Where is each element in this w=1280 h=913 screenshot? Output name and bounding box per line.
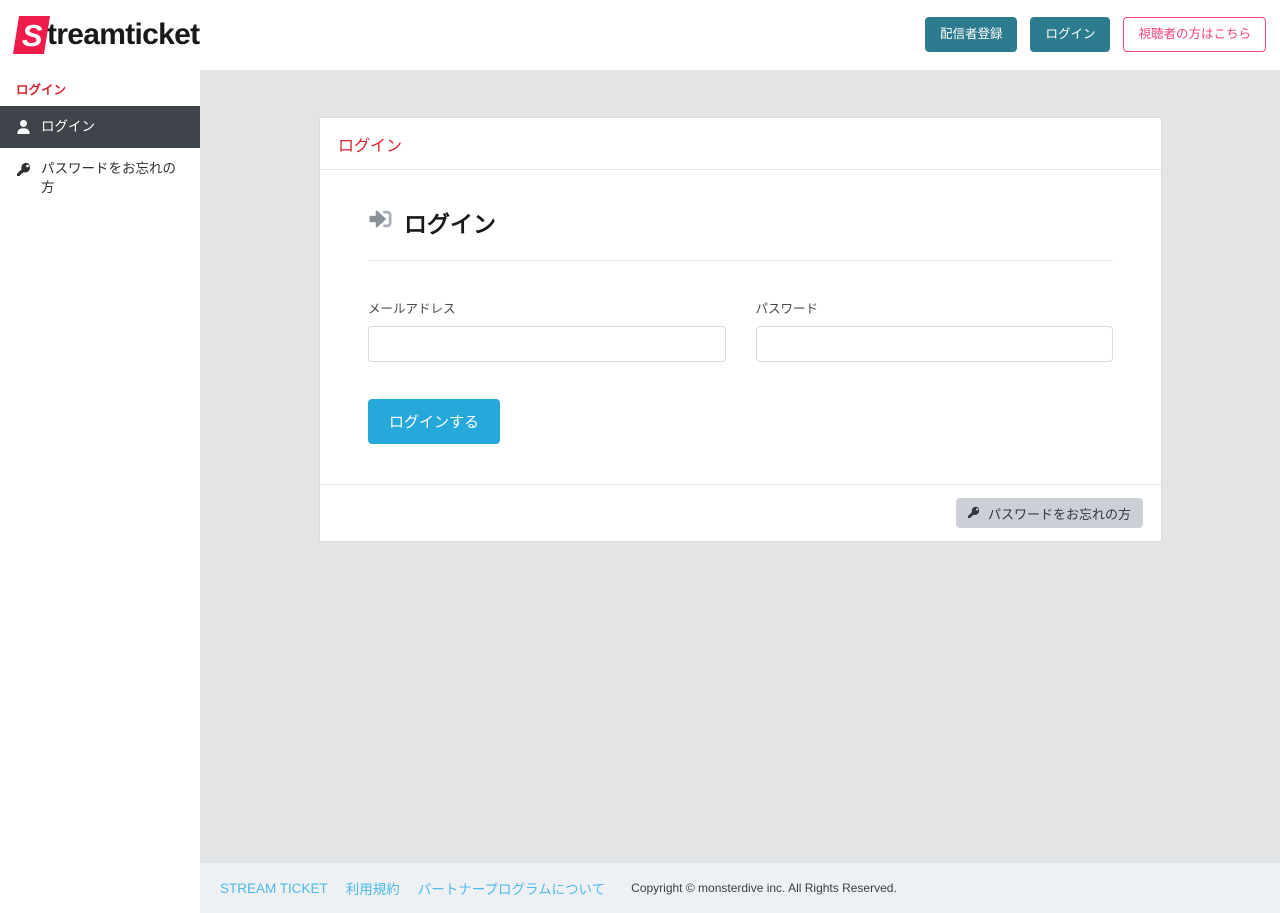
login-form: メールアドレス パスワード xyxy=(368,298,1113,362)
header-login-button[interactable]: ログイン xyxy=(1030,17,1111,52)
site-footer: STREAM TICKET 利用規約 パートナープログラムについて Copyri… xyxy=(200,862,1280,913)
logo-mark-letter: S xyxy=(21,17,42,53)
logo-mark-icon: S xyxy=(12,16,51,54)
panel-heading-label: ログイン xyxy=(404,211,496,237)
footer-copyright: Copyright © monsterdive inc. All Rights … xyxy=(631,881,897,895)
forgot-password-button-label: パスワードをお忘れの方 xyxy=(987,506,1131,522)
password-form-group: パスワード xyxy=(755,298,1113,362)
password-label: パスワード xyxy=(755,302,819,316)
footer-link-stream-ticket[interactable]: STREAM TICKET xyxy=(220,881,328,896)
sign-in-icon xyxy=(368,208,393,236)
main-content: ログイン ログイン メールアドレス パスワード ログインする パスワードをお忘れ… xyxy=(200,70,1280,862)
header-actions: 配信者登録 ログイン 視聴者の方はこちら xyxy=(924,17,1266,52)
sidebar-item-forgot-password[interactable]: パスワードをお忘れの方 xyxy=(0,148,200,209)
card-header: ログイン xyxy=(320,118,1161,170)
user-icon xyxy=(16,118,31,136)
card-footer: パスワードをお忘れの方 xyxy=(320,484,1161,541)
sidebar-item-login-label: ログイン xyxy=(41,119,95,135)
email-label: メールアドレス xyxy=(368,302,456,316)
sidebar-item-login[interactable]: ログイン xyxy=(0,106,200,148)
sidebar: ログイン ログイン パスワードをお忘れの方 xyxy=(0,70,200,913)
email-input[interactable] xyxy=(368,326,726,362)
viewer-link-button[interactable]: 視聴者の方はこちら xyxy=(1123,17,1266,52)
key-icon xyxy=(967,506,980,521)
login-submit-button[interactable]: ログインする xyxy=(368,399,501,444)
footer-link-terms[interactable]: 利用規約 xyxy=(346,878,400,898)
forgot-password-button[interactable]: パスワードをお忘れの方 xyxy=(955,498,1143,528)
footer-link-partner-program[interactable]: パートナープログラムについて xyxy=(418,878,605,898)
broadcaster-register-button[interactable]: 配信者登録 xyxy=(924,17,1018,52)
email-form-group: メールアドレス xyxy=(368,298,726,362)
sidebar-title: ログイン xyxy=(16,83,67,97)
site-logo[interactable]: S treamticket xyxy=(12,16,200,54)
site-header: S treamticket 配信者登録 ログイン 視聴者の方はこちら xyxy=(0,0,1280,70)
sidebar-item-forgot-password-label: パスワードをお忘れの方 xyxy=(41,160,176,196)
key-icon xyxy=(16,160,31,178)
login-card: ログイン ログイン メールアドレス パスワード ログインする パスワードをお忘れ… xyxy=(319,117,1162,542)
panel-heading: ログイン xyxy=(368,205,1113,261)
submit-row: ログインする xyxy=(368,399,1113,444)
card-header-title: ログイン xyxy=(338,137,403,155)
card-body: ログイン メールアドレス パスワード ログインする xyxy=(320,170,1161,484)
logo-text: treamticket xyxy=(47,18,200,51)
password-input[interactable] xyxy=(755,326,1113,362)
